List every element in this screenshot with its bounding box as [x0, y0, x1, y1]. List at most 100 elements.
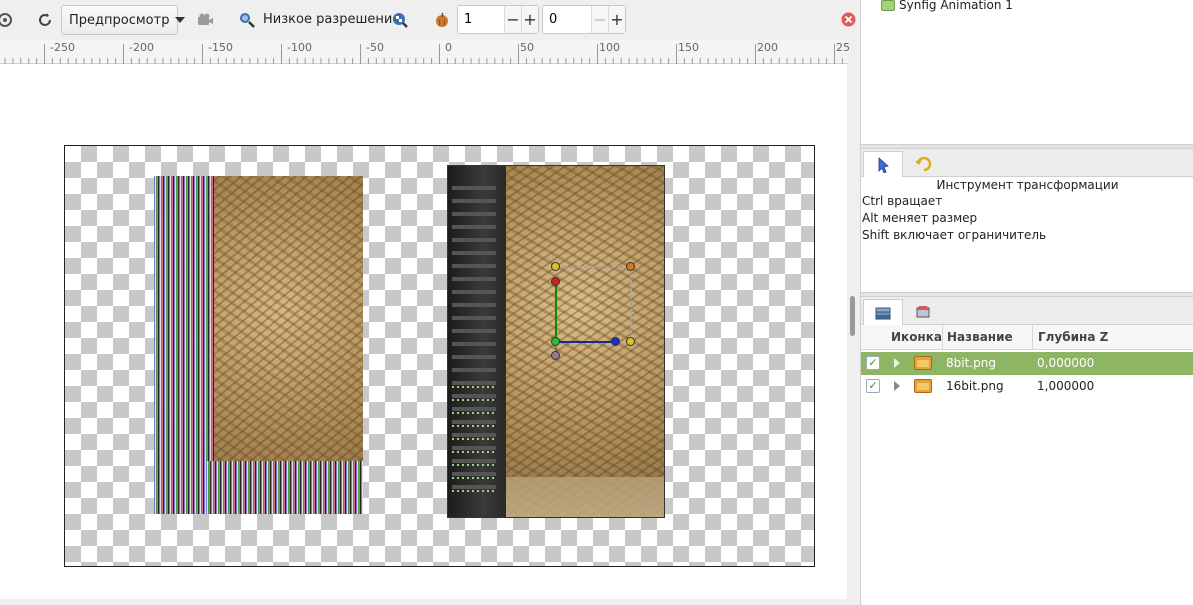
- synfig-window: Предпросмотр Низкое разрешение − + − +: [0, 0, 1193, 605]
- tool-hint: Ctrl вращает: [862, 194, 943, 208]
- canvas-toolbar: Предпросмотр Низкое разрешение − + − +: [0, 0, 858, 40]
- rack-led: [452, 464, 496, 466]
- rack-led: [452, 386, 496, 388]
- layers-panel-tabs: [861, 297, 1193, 325]
- vertical-scrollbar[interactable]: [847, 64, 859, 599]
- rack-slot: [452, 342, 496, 346]
- layer-row[interactable]: ✓ 8bit.png 0,000000: [861, 352, 1193, 375]
- rack-slot: [452, 329, 496, 333]
- ruler-label: 100: [599, 41, 620, 54]
- rack-slot: [452, 485, 496, 489]
- canvas-item[interactable]: Synfig Animation 1: [881, 0, 1013, 12]
- rack-slot: [452, 420, 496, 424]
- scrollbar-thumb[interactable]: [850, 296, 855, 336]
- header-zdepth[interactable]: Глубина Z: [1038, 330, 1108, 344]
- rack-led: [452, 490, 496, 492]
- ruler-label: -250: [50, 41, 75, 54]
- right-dock: Synfig Animation 1 Инструмент трансформа…: [860, 0, 1193, 605]
- rack-led: [452, 477, 496, 479]
- ruler-label: -200: [129, 41, 154, 54]
- canvas-browser-panel: Synfig Animation 1: [861, 0, 1193, 145]
- decrement-button[interactable]: −: [591, 6, 608, 33]
- library-icon: [916, 306, 930, 318]
- camera-icon[interactable]: [196, 11, 214, 29]
- rack-led: [452, 451, 496, 453]
- rack-slot: [452, 368, 496, 372]
- rack-led: [452, 399, 496, 401]
- ruler-label: 0: [445, 41, 452, 54]
- width-handle[interactable]: [611, 337, 620, 346]
- tab-layers[interactable]: [863, 299, 903, 325]
- chevron-down-icon: [175, 17, 186, 23]
- close-icon[interactable]: [841, 12, 856, 27]
- origin-handle[interactable]: [551, 337, 560, 346]
- layers-panel: Иконка Название Глубина Z ✓ 8bit.png 0,0…: [861, 325, 1193, 605]
- ruler-label: 150: [678, 41, 699, 54]
- zoom-out-icon[interactable]: [238, 11, 256, 29]
- rack-slot: [452, 316, 496, 320]
- tab-history[interactable]: [903, 151, 943, 177]
- scale-handle[interactable]: [551, 262, 560, 271]
- pointer-arrow-icon: [878, 156, 889, 173]
- rack-slot: [452, 355, 496, 359]
- past-onion-spinner[interactable]: − +: [457, 5, 539, 34]
- rack-slot: [452, 290, 496, 294]
- header-name[interactable]: Название: [947, 330, 1013, 344]
- column-divider: [1032, 325, 1033, 350]
- decrement-button[interactable]: −: [504, 6, 521, 33]
- angle-handle[interactable]: [551, 277, 560, 286]
- low-resolution-label[interactable]: Низкое разрешение: [263, 12, 400, 27]
- rack-led: [452, 425, 496, 427]
- corner-handle[interactable]: [626, 262, 635, 271]
- increment-button[interactable]: +: [608, 6, 625, 33]
- layer-visibility-checkbox[interactable]: ✓: [866, 379, 880, 393]
- rack-slot: [452, 303, 496, 307]
- increment-button[interactable]: +: [521, 6, 538, 33]
- canvas-item-label: Synfig Animation 1: [899, 0, 1013, 12]
- tool-panel-tabs: [861, 149, 1193, 177]
- rack-slot: [452, 212, 496, 216]
- rack-slot: [452, 472, 496, 476]
- ruler-label: 25: [836, 41, 850, 54]
- expand-arrow-icon[interactable]: [894, 358, 900, 368]
- rack-slot: [452, 394, 496, 398]
- zoom-checker-icon[interactable]: [391, 11, 409, 29]
- floor: [506, 477, 664, 517]
- layer-row[interactable]: ✓ 16bit.png 1,000000: [861, 375, 1193, 398]
- tab-tool-options[interactable]: [863, 151, 903, 177]
- onion-skin-icon[interactable]: [0, 11, 14, 29]
- layer-visibility-checkbox[interactable]: ✓: [866, 356, 880, 370]
- noise-region: [206, 461, 363, 514]
- rack-slot: [452, 381, 496, 385]
- header-icon[interactable]: Иконка: [891, 330, 942, 344]
- tool-hint: Alt меняет размер: [862, 211, 978, 225]
- ruler-ticks: [4, 44, 843, 64]
- onion-icon[interactable]: [433, 11, 451, 29]
- layer-name: 8bit.png: [946, 356, 996, 370]
- rack-slot: [452, 186, 496, 190]
- layer-zdepth: 0,000000: [1037, 356, 1095, 370]
- ruler-label: 50: [520, 41, 534, 54]
- future-onion-spinner[interactable]: − +: [542, 5, 626, 34]
- tool-options-title: Инструмент трансформации: [936, 178, 1119, 192]
- ruler-label: -150: [208, 41, 233, 54]
- render-mode-dropdown[interactable]: Предпросмотр: [61, 5, 186, 35]
- expand-arrow-icon[interactable]: [894, 381, 900, 391]
- tool-options-panel: Инструмент трансформации Ctrl вращает Al…: [861, 177, 1193, 293]
- offset-handle[interactable]: [551, 351, 560, 360]
- bottom-edge: [0, 599, 859, 605]
- scale-handle[interactable]: [626, 337, 635, 346]
- tab-library[interactable]: [903, 299, 943, 325]
- refresh-icon[interactable]: [36, 11, 54, 29]
- past-onion-input[interactable]: [458, 6, 504, 33]
- image-layer-8bit[interactable]: [154, 176, 363, 514]
- undo-history-icon: [915, 156, 932, 172]
- future-onion-input[interactable]: [543, 6, 591, 33]
- ruler-label: -100: [287, 41, 312, 54]
- layers-icon: [875, 307, 891, 319]
- folder-icon: [914, 379, 932, 393]
- folder-icon: [914, 356, 932, 370]
- noise-region: [154, 176, 214, 514]
- ruler-label: 200: [757, 41, 778, 54]
- server-rack: [448, 166, 506, 517]
